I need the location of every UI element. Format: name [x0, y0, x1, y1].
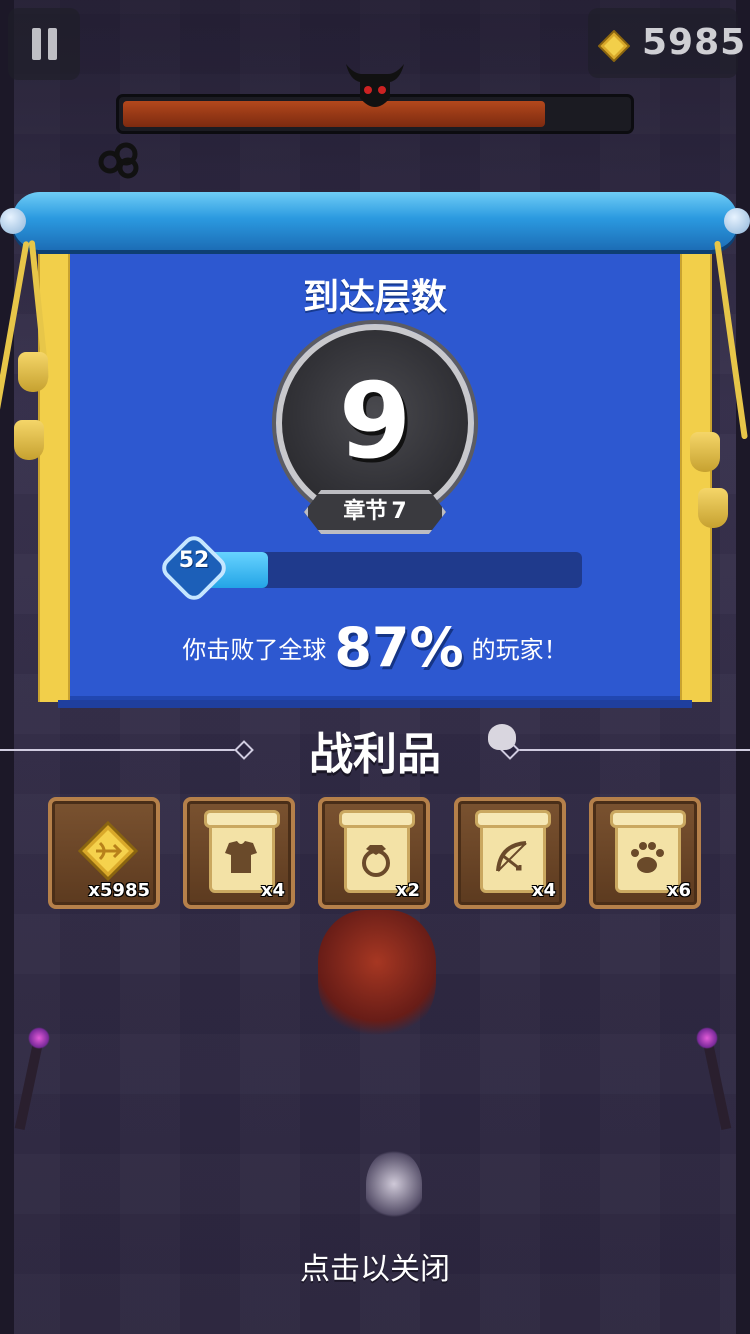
loot-item-gems[interactable]: x5985: [48, 797, 160, 909]
chapter-badge: 章节 7: [304, 490, 446, 534]
pause-button[interactable]: [8, 8, 80, 80]
floor-reached-title: 到达层数: [302, 277, 447, 318]
paw-icon: [631, 842, 664, 873]
boss-skull-icon: [346, 64, 404, 107]
rod-cap-left: [0, 208, 26, 234]
loot-qty: x4: [531, 880, 556, 901]
gem-count: 5985: [642, 22, 747, 63]
armor-icon: [225, 841, 257, 873]
defeat-stat: 你击败了全球 87% 的玩家！: [0, 616, 750, 679]
rod-cap-right: [724, 208, 750, 234]
defeat-prefix: 你击败了全球: [182, 636, 327, 664]
chapter-number: 7: [391, 499, 407, 524]
loot-item-paw-scroll[interactable]: x6: [589, 797, 701, 909]
xp-progress-bar: [190, 552, 582, 588]
loot-qty: x4: [260, 880, 285, 901]
loot-title: 战利品: [309, 729, 441, 780]
gem-bow-icon: [78, 821, 138, 881]
loot-qty: x6: [666, 880, 691, 901]
boss-health-fill: [123, 101, 546, 127]
ring-icon: [362, 845, 390, 877]
panel-bottom-edge: [58, 700, 692, 708]
bow-icon: [496, 841, 527, 872]
loot-qty: x2: [395, 880, 420, 901]
tassel-right-2: [698, 488, 728, 528]
floor-number: 9: [338, 360, 412, 482]
chapter-label: 章节: [343, 499, 388, 524]
tassel-left-2: [14, 420, 44, 460]
tassel-left-1: [18, 352, 48, 392]
enemy-creature: [318, 910, 436, 1040]
loot-item-bow-scroll[interactable]: x4: [454, 797, 566, 909]
loot-qty: x5985: [88, 880, 150, 901]
gem-icon: [598, 30, 630, 62]
loot-item-armor-scroll[interactable]: x4: [183, 797, 295, 909]
scroll-rod: [12, 192, 738, 250]
player-level: 52: [178, 548, 210, 573]
defeat-percent: 87%: [334, 616, 464, 679]
player-ghost: [366, 1150, 422, 1218]
pause-icon: [32, 28, 41, 60]
defeat-suffix: 的玩家！: [471, 636, 568, 664]
tassel-right-1: [690, 432, 720, 472]
gem-counter: 5985: [588, 8, 745, 78]
tap-to-close-hint[interactable]: 点击以关闭: [0, 1244, 750, 1288]
chain-rings-icon: [98, 142, 139, 179]
loot-item-ring-scroll[interactable]: x2: [318, 797, 430, 909]
pause-icon-bar: [48, 28, 57, 60]
